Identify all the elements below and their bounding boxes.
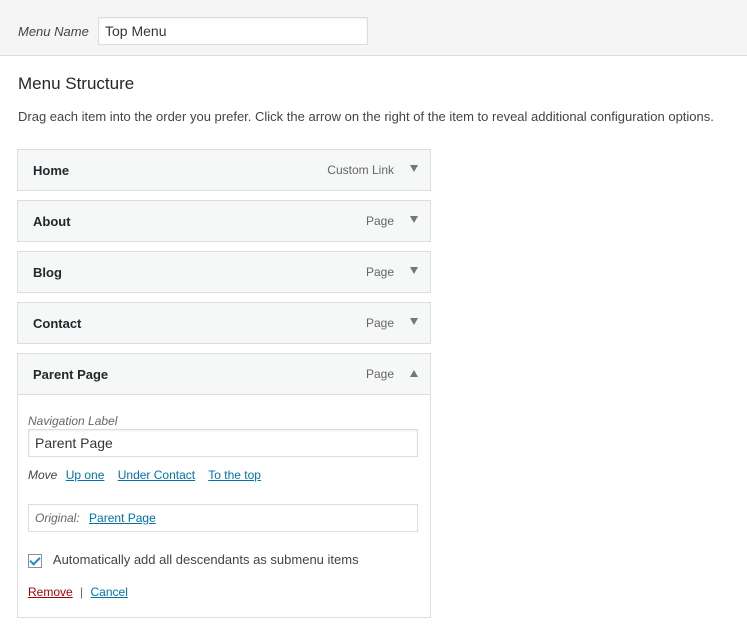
menu-structure-title: Menu Structure [18,74,135,93]
menu-item-type: Page [365,367,394,381]
move-up-one-link[interactable]: Up one [66,468,105,482]
menu-structure-instructions: Drag each item into the order you prefer… [18,109,714,124]
arrow-down-icon[interactable] [410,165,418,172]
menu-name-bar: Menu Name [0,0,747,56]
menu-item-title: Parent Page [33,367,109,382]
auto-add-row: Automatically add all descendants as sub… [28,552,359,568]
auto-add-label: Automatically add all descendants as sub… [52,552,359,567]
menu-item-type: Page [365,214,394,228]
menu-name-input[interactable] [98,17,368,45]
menu-item-about[interactable]: About Page [17,200,431,242]
menu-name-label: Menu Name [18,24,89,39]
menu-item-parent-page[interactable]: Parent Page Page [17,353,431,395]
arrow-down-icon[interactable] [410,216,418,223]
item-actions: Remove | Cancel [28,585,128,599]
menu-item-type: Custom Link [327,163,394,177]
menu-item-type: Page [365,265,394,279]
menu-item-contact[interactable]: Contact Page [17,302,431,344]
menu-item-title: Home [33,163,70,178]
navigation-label-caption: Navigation Label [28,414,118,428]
move-row: Move Up one Under Contact To the top [28,468,271,482]
remove-link[interactable]: Remove [28,585,73,599]
menu-item-title: Contact [33,316,82,331]
original-link[interactable]: Parent Page [89,511,156,525]
cancel-link[interactable]: Cancel [91,585,128,599]
original-box: Original: Parent Page [28,504,418,532]
menu-item-type: Page [365,316,394,330]
menu-item-blog[interactable]: Blog Page [17,251,431,293]
auto-add-checkbox[interactable] [28,553,42,568]
move-label: Move [28,468,58,482]
menu-item-settings: Navigation Label Move Up one Under Conta… [17,395,431,618]
arrow-down-icon[interactable] [410,318,418,325]
menu-item-title: About [33,214,71,229]
navigation-label-input[interactable] [28,429,418,457]
original-label: Original: [35,511,80,525]
arrow-up-icon[interactable] [410,370,418,377]
menu-item-title: Blog [33,265,62,280]
arrow-down-icon[interactable] [410,267,418,274]
action-separator: | [80,585,84,599]
menu-item-home[interactable]: Home Custom Link [17,149,431,191]
move-under-contact-link[interactable]: Under Contact [118,468,195,482]
move-to-top-link[interactable]: To the top [208,468,261,482]
